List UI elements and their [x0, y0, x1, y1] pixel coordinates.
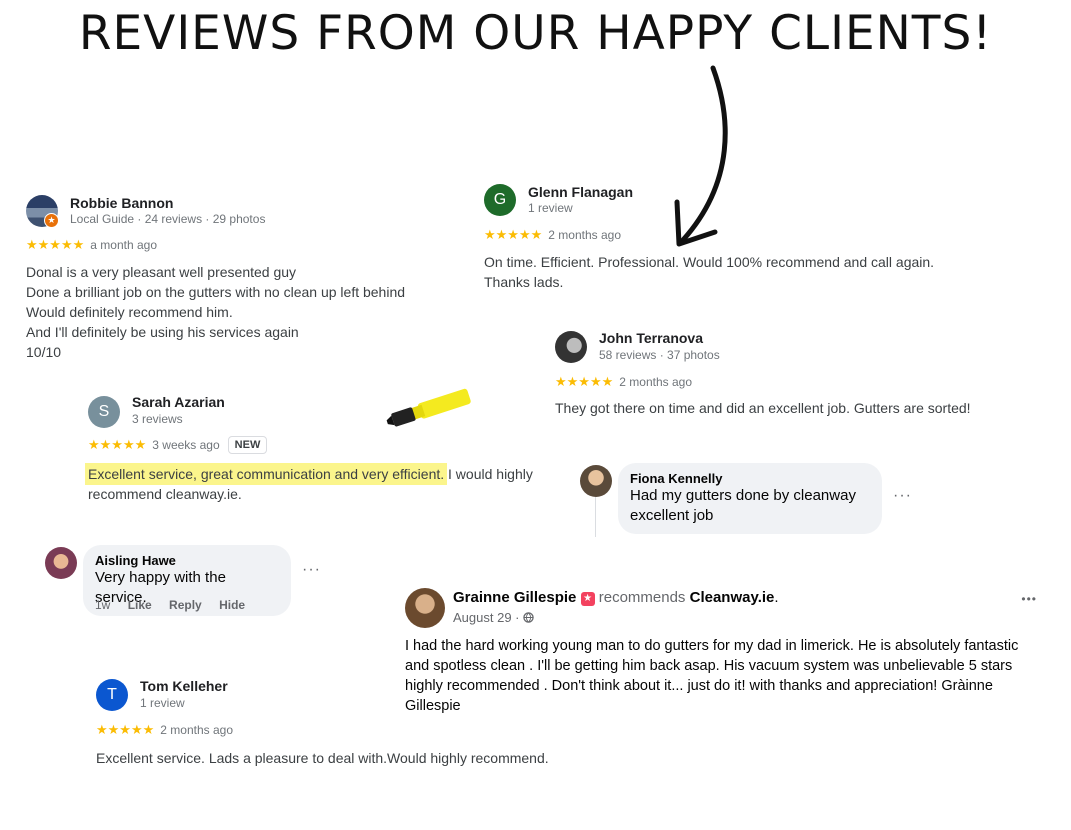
- local-guide-badge-icon: ★: [44, 213, 59, 228]
- post-line: I had the hard working young man to do g…: [405, 638, 1019, 654]
- review-line: Would definitely recommend him.: [26, 304, 233, 320]
- reviewer-name[interactable]: Sarah Azarian: [132, 394, 225, 410]
- review-date: a month ago: [90, 238, 157, 252]
- avatar: S: [88, 396, 120, 428]
- review-text: On time. Efficient. Professional. Would …: [484, 252, 954, 292]
- comment-actions: 1w Like Reply Hide: [95, 598, 259, 612]
- commenter-name[interactable]: Aisling Hawe: [95, 553, 279, 568]
- more-options-icon[interactable]: •••: [1021, 592, 1037, 606]
- avatar: [405, 588, 445, 628]
- google-review-tom: T Tom Kelleher 1 review ★★★★★ 2 months a…: [96, 678, 576, 768]
- reviewer-meta: 58 reviews · 37 photos: [599, 348, 720, 362]
- more-options-icon[interactable]: ···: [893, 487, 912, 505]
- highlighted-text: Excellent service, great communication a…: [88, 466, 445, 482]
- page-name[interactable]: Cleanway.ie: [690, 589, 775, 606]
- reviewer-meta: 3 reviews: [132, 412, 183, 426]
- google-review-glenn: G Glenn Flanagan 1 review ★★★★★ 2 months…: [484, 182, 954, 292]
- review-text: They got there on time and did an excell…: [555, 400, 971, 416]
- avatar: [45, 547, 77, 579]
- avatar: [555, 331, 587, 363]
- avatar: T: [96, 679, 128, 711]
- header-period: .: [774, 589, 779, 606]
- like-button[interactable]: Like: [128, 598, 152, 612]
- comment-time: 1w: [95, 598, 111, 612]
- meta-separator: ·: [515, 610, 520, 625]
- reply-button[interactable]: Reply: [169, 598, 202, 612]
- recommends-label: recommends: [598, 589, 686, 606]
- review-line: 10/10: [26, 344, 62, 360]
- post-header: Grainne Gillespie ★ recommends Cleanway.…: [453, 589, 779, 606]
- star-rating: ★★★★★: [26, 237, 85, 252]
- review-date: 2 months ago: [619, 375, 692, 389]
- star-rating: ★★★★★: [88, 437, 147, 452]
- comment-line: Had my gutters done by cleanway: [630, 487, 856, 504]
- more-options-icon[interactable]: ···: [302, 561, 321, 579]
- post-date[interactable]: August 29: [453, 610, 512, 625]
- review-line: recommend cleanway.ie.: [88, 486, 242, 502]
- star-rating: ★★★★★: [555, 374, 614, 389]
- avatar: G: [484, 184, 516, 216]
- recommend-badge-icon: ★: [580, 592, 595, 606]
- review-date: 3 weeks ago: [152, 438, 220, 452]
- avatar: [580, 465, 612, 497]
- post-meta: August 29 ·: [453, 610, 534, 625]
- reviewer-meta: Local Guide · 24 reviews · 29 photos: [70, 212, 266, 226]
- reviewer-name[interactable]: John Terranova: [599, 330, 703, 346]
- review-line: Thanks lads.: [484, 274, 564, 290]
- review-text: Excellent service. Lads a pleasure to de…: [96, 750, 549, 766]
- reviewer-name[interactable]: Robbie Bannon: [70, 195, 173, 211]
- comment-fiona: Fiona Kennelly Had my gutters done by cl…: [618, 463, 882, 534]
- commenter-name[interactable]: Fiona Kennelly: [630, 471, 870, 486]
- review-text: Donal is a very pleasant well presented …: [26, 262, 466, 362]
- review-text: Excellent service, great communication a…: [88, 464, 548, 504]
- reviewer-name[interactable]: Glenn Flanagan: [528, 184, 633, 200]
- review-date: 2 months ago: [548, 228, 621, 242]
- reviewer-name[interactable]: Tom Kelleher: [140, 678, 228, 694]
- comment-line: excellent job: [630, 507, 714, 524]
- post-line: and spotless clean . I'll be getting him…: [405, 658, 1013, 674]
- review-text-rest: I would highly: [444, 466, 533, 482]
- hide-button[interactable]: Hide: [219, 598, 245, 612]
- reviewer-meta: 1 review: [140, 696, 185, 710]
- thread-line: [595, 497, 596, 537]
- google-review-john: John Terranova 58 reviews · 37 photos ★★…: [555, 329, 1035, 418]
- star-rating: ★★★★★: [484, 227, 543, 242]
- reviewer-meta: 1 review: [528, 201, 573, 215]
- globe-icon: [523, 612, 534, 623]
- review-line: On time. Efficient. Professional. Would …: [484, 254, 935, 270]
- review-date: 2 months ago: [160, 723, 233, 737]
- google-review-robbie: ★ Robbie Bannon Local Guide · 24 reviews…: [26, 193, 466, 362]
- new-badge: NEW: [227, 436, 268, 454]
- review-line: And I'll definitely be using his service…: [26, 324, 299, 340]
- review-line: Donal is a very pleasant well presented …: [26, 264, 297, 280]
- review-line: Done a brilliant job on the gutters with…: [26, 284, 406, 300]
- poster-name[interactable]: Grainne Gillespie: [453, 589, 576, 606]
- google-review-sarah: S Sarah Azarian 3 reviews ★★★★★ 3 weeks …: [88, 394, 548, 504]
- page-headline: REVIEWS FROM OUR HAPPY CLIENTS!: [78, 6, 993, 61]
- star-rating: ★★★★★: [96, 722, 155, 737]
